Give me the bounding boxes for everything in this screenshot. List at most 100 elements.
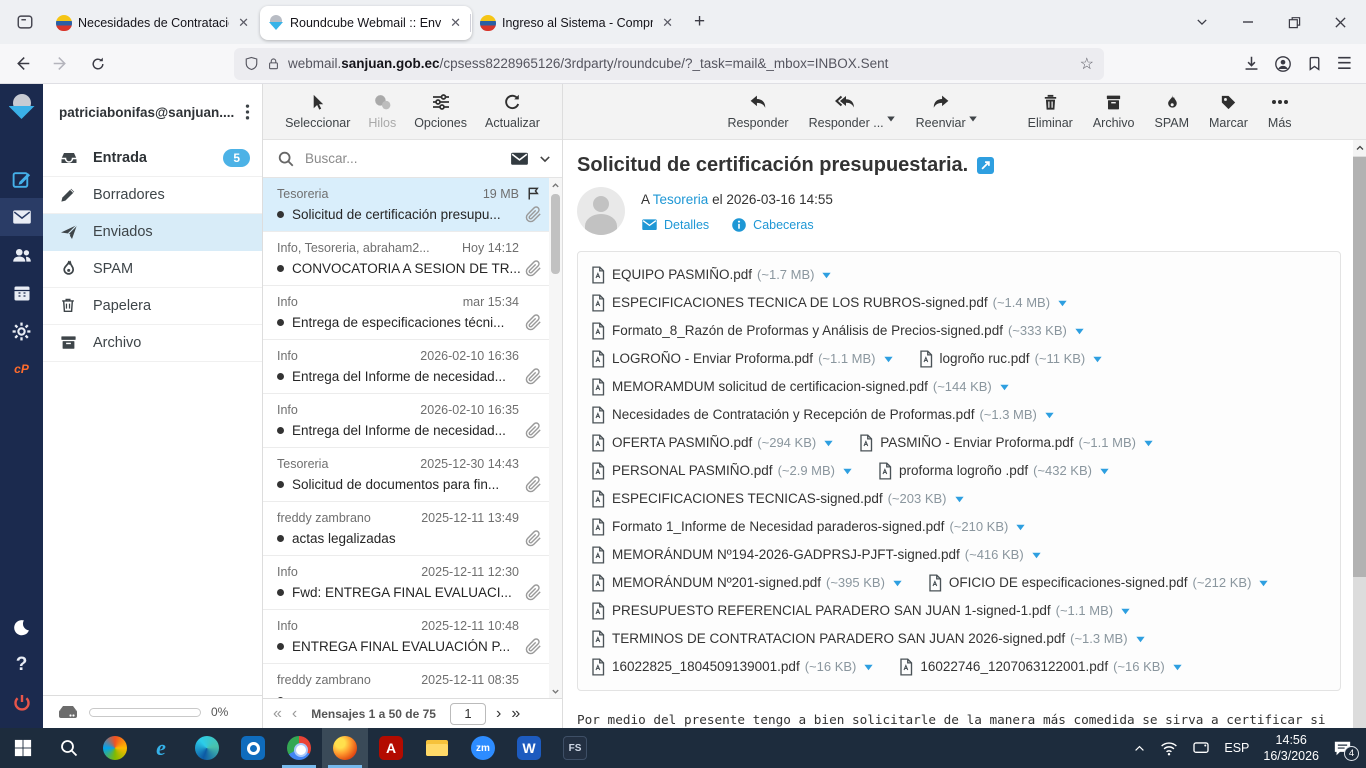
folder-papelera[interactable]: Papelera [43,288,262,325]
attachment-menu-caret-icon[interactable] [1044,411,1055,420]
taskbar-edge[interactable] [184,728,230,768]
clock[interactable]: 14:56 16/3/2026 [1263,732,1319,765]
attachment-menu-caret-icon[interactable] [892,579,903,588]
attachment-item[interactable]: proforma logroño .pdf (~432 KB) [877,457,1110,485]
menu-hamburger-icon[interactable]: ☰ [1337,54,1352,74]
prev-page-button[interactable]: ‹ [292,705,297,723]
scroll-up-arrow[interactable] [1353,140,1366,156]
attachment-menu-caret-icon[interactable] [1172,663,1183,672]
attachment-item[interactable]: MEMORÁNDUM Nº201-signed.pdf (~395 KB) [590,569,903,597]
forward-button[interactable] [44,49,76,79]
browser-tab-roundcube-active[interactable]: Roundcube Webmail :: Enviados ✕ [260,6,472,40]
headers-toggle[interactable]: Cabeceras [731,216,813,233]
reply-all-caret-icon[interactable] [886,115,896,123]
attachment-menu-caret-icon[interactable] [1143,439,1154,448]
message-list-item[interactable]: Info 2026-02-10 16:36 Entrega del Inform… [263,340,550,394]
attachment-item[interactable]: ESPECIFICACIONES TECNICA DE LOS RUBROS-s… [590,289,1068,317]
mail-nav-button[interactable] [0,198,43,236]
attachment-menu-caret-icon[interactable] [1031,551,1042,560]
select-button[interactable]: Seleccionar [285,91,350,130]
message-list-item[interactable]: Info, Tesoreria, abraham2... Hoy 14:12 C… [263,232,550,286]
open-in-new-window-icon[interactable] [977,157,994,174]
message-list-item[interactable]: freddy zambrano 2025-12-11 08:35 [263,664,550,698]
dark-mode-button[interactable] [0,608,43,646]
notifications-button[interactable]: 4 [1333,740,1352,757]
reply-button[interactable]: Responder [727,91,788,130]
attachment-menu-caret-icon[interactable] [823,439,834,448]
attachment-item[interactable]: PERSONAL PASMIÑO.pdf (~2.9 MB) [590,457,853,485]
flag-icon[interactable] [525,185,542,202]
page-number-input[interactable] [450,703,486,725]
attachment-menu-caret-icon[interactable] [999,383,1010,392]
list-tabs-chevron-button[interactable] [1182,5,1222,39]
message-list-item[interactable]: Tesoreria 2025-12-30 14:43 Solicitud de … [263,448,550,502]
search-input[interactable] [305,151,509,166]
taskbar-search-button[interactable] [46,728,92,768]
browser-tab-necesidades[interactable]: Necesidades de Contratación y ✕ [48,6,260,40]
restore-button[interactable] [1274,5,1314,39]
taskbar-fs-app[interactable]: FS [552,728,598,768]
new-tab-button[interactable]: + [694,11,705,33]
firefox-view-button[interactable] [10,7,40,37]
browser-tab-ingreso[interactable]: Ingreso al Sistema - Compras P ✕ [472,6,684,40]
folder-spam[interactable]: SPAM [43,251,262,288]
attachment-menu-caret-icon[interactable] [1135,635,1146,644]
list-scroll-thumb[interactable] [551,194,560,274]
attachment-menu-caret-icon[interactable] [1258,579,1269,588]
logout-button[interactable] [0,684,43,722]
taskbar-internet-explorer[interactable]: e [138,728,184,768]
downloads-icon[interactable] [1243,55,1260,72]
message-list-item[interactable]: freddy zambrano 2025-12-11 13:49 actas l… [263,502,550,556]
attachment-item[interactable]: ESPECIFICACIONES TECNICAS-signed.pdf (~2… [590,485,965,513]
attachment-item[interactable]: 16022825_1804509139001.pdf (~16 KB) [590,653,874,681]
recipient-link[interactable]: Tesoreria [653,192,709,207]
message-list-item[interactable]: Info 2026-02-10 16:35 Entrega del Inform… [263,394,550,448]
display-cast-icon[interactable] [1192,741,1210,755]
attachment-menu-caret-icon[interactable] [821,271,832,280]
search-scope-envelope-icon[interactable] [509,148,530,169]
attachment-item[interactable]: MEMORAMDUM solicitud de certificacion-si… [590,373,1010,401]
last-page-button[interactable]: » [511,705,520,723]
tab-close-icon[interactable]: ✕ [447,15,464,31]
url-bar[interactable]: webmail.sanjuan.gob.ec/cpsess8228965126/… [234,48,1104,80]
tray-chevron-up-icon[interactable] [1133,742,1146,755]
taskbar-firefox[interactable] [322,728,368,768]
library-icon[interactable] [1306,55,1323,72]
back-button[interactable] [6,49,38,79]
taskbar-acrobat[interactable]: A [368,728,414,768]
attachment-menu-caret-icon[interactable] [1074,327,1085,336]
mail-scrollbar[interactable] [1353,140,1366,728]
more-button[interactable]: Más [1268,91,1292,130]
next-page-button[interactable]: › [496,705,501,723]
minimize-button[interactable] [1228,5,1268,39]
attachment-item[interactable]: Formato 1_Informe de Necesidad paraderos… [590,513,1026,541]
message-list-item[interactable]: Tesoreria 19 MB Solicitud de certificaci… [263,178,550,232]
compose-button[interactable] [0,160,43,198]
tab-close-icon[interactable]: ✕ [659,15,676,31]
settings-nav-button[interactable] [0,312,43,350]
attachment-item[interactable]: Formato_8_Razón de Proformas y Análisis … [590,317,1085,345]
attachment-item[interactable]: LOGROÑO - Enviar Proforma.pdf (~1.1 MB) [590,345,894,373]
lock-icon[interactable] [267,56,280,71]
delete-button[interactable]: Eliminar [1028,91,1073,130]
archive-button[interactable]: Archivo [1093,91,1135,130]
folder-entrada[interactable]: Entrada 5 [43,140,262,177]
account-icon[interactable] [1274,55,1292,73]
attachment-menu-caret-icon[interactable] [1015,523,1026,532]
taskbar-chrome[interactable] [276,728,322,768]
attachment-item[interactable]: OFICIO DE especificaciones-signed.pdf (~… [927,569,1270,597]
attachment-menu-caret-icon[interactable] [954,495,965,504]
message-list-item[interactable]: Info 2025-12-11 10:48 ENTREGA FINAL EVAL… [263,610,550,664]
folder-archivo[interactable]: Archivo [43,325,262,362]
options-button[interactable]: Opciones [414,91,467,130]
taskbar-zoom[interactable]: zm [460,728,506,768]
contacts-nav-button[interactable] [0,236,43,274]
cpanel-button[interactable]: cP [0,350,43,388]
attachment-menu-caret-icon[interactable] [842,467,853,476]
folder-borradores[interactable]: Borradores [43,177,262,214]
attachment-item[interactable]: OFERTA PASMIÑO.pdf (~294 KB) [590,429,834,457]
search-options-chevron-icon[interactable] [538,152,552,166]
attachment-menu-caret-icon[interactable] [1120,607,1131,616]
language-indicator[interactable]: ESP [1224,741,1249,755]
reload-button[interactable] [82,49,114,79]
